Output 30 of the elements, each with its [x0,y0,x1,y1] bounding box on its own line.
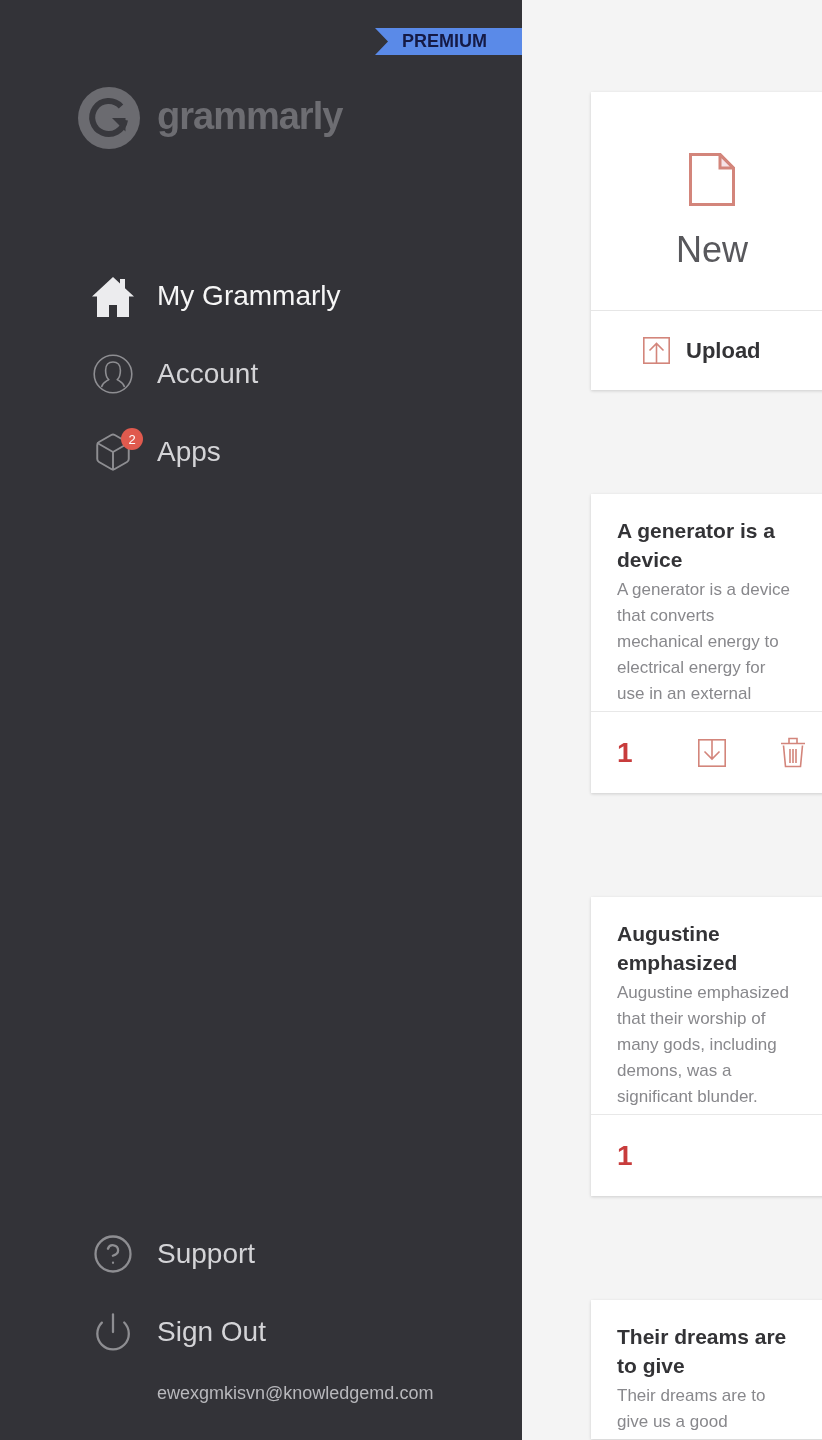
document-card[interactable]: Their dreams are to give Their dreams are to give us a good [591,1300,822,1439]
download-icon[interactable] [698,738,726,767]
nav-link[interactable]: 2 Apps [90,424,221,480]
upload-icon [643,337,670,364]
nav-link[interactable]: Account [90,346,259,402]
home-icon [91,275,135,317]
alert-count: 1 [617,736,633,769]
user-email: ewexgmkisvn@knowledgemd.com [157,1382,434,1404]
help-icon [92,1233,134,1275]
nav-link[interactable]: Sign Out [90,1304,266,1360]
notification-badge: 2 [121,428,143,450]
document-title: Augustine emphasized [617,921,739,976]
document-icon [689,153,735,206]
document-title: Their dreams are to give [617,1324,788,1379]
premium-ribbon: PREMIUM [375,28,522,55]
trash-icon[interactable] [780,737,806,768]
document-title: A generator is a device [617,518,776,573]
nav-link[interactable]: My Grammarly [90,268,341,324]
person-icon [93,354,133,394]
document-preview: Augustine emphasized that their worship of many gods, including demons, was a significant blunder. [617,982,790,1108]
logo-text: grammarly [157,97,343,135]
document-preview: A generator is a device that converts mechanical energy to electrical energy for use in an external [617,579,791,705]
nav-link[interactable]: Support [90,1226,256,1282]
document-card[interactable]: A generator is a device A generator is a device that converts mechanical energy to electrical energy for use in an external 1 [591,494,822,793]
document-preview: Their dreams are to give us a good [617,1385,767,1433]
upload-button[interactable]: Upload [591,310,822,390]
alert-count: 1 [617,1139,633,1172]
logo-icon [78,87,140,149]
new-document-button[interactable]: New [591,92,822,310]
document-card[interactable]: Augustine emphasized Augustine emphasized that their worship of many gods, including demons, was a significant blunder. 1 [591,897,822,1196]
